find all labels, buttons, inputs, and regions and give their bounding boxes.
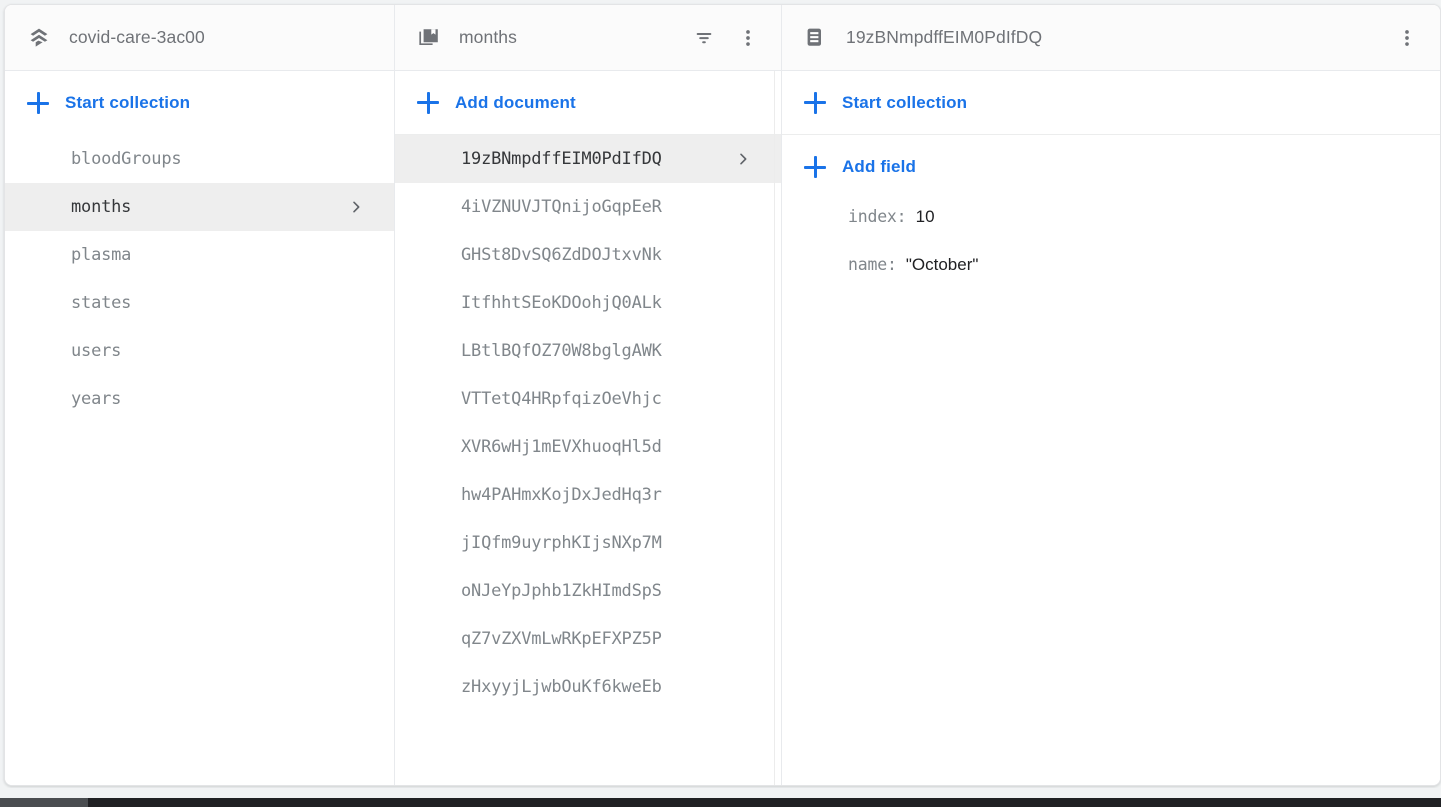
- collection-title-label: months: [459, 27, 517, 47]
- document-panel-actions: [1390, 21, 1424, 55]
- field-key: name: [848, 255, 887, 274]
- field-value: "October": [905, 255, 979, 274]
- firestore-data-browser: covid-care-3ac00 Start collection bloodG…: [0, 0, 1441, 807]
- horizontal-scrollbar[interactable]: [0, 798, 1441, 807]
- project-id-label: covid-care-3ac00: [69, 27, 205, 47]
- collection-list-item[interactable]: users: [5, 327, 394, 375]
- field-value: 10: [915, 207, 935, 226]
- filter-icon[interactable]: [687, 21, 721, 55]
- collections-panel: covid-care-3ac00 Start collection bloodG…: [5, 5, 395, 785]
- collection-name: bloodGroups: [71, 149, 182, 169]
- start-collection-label: Start collection: [842, 92, 968, 112]
- collection-name: years: [71, 389, 122, 409]
- horizontal-scrollbar-thumb[interactable]: [0, 798, 88, 807]
- field-row[interactable]: name : "October": [782, 255, 1440, 303]
- field-separator: :: [896, 207, 907, 226]
- documents-list: 19zBNmpdffEIM0PdIfDQ 4iVZNUVJTQnijoGqpEe…: [395, 135, 781, 785]
- collection-list-item[interactable]: months: [5, 183, 394, 231]
- start-subcollection-button[interactable]: Start collection: [782, 71, 1440, 135]
- document-id: XVR6wHj1mEVXhuoqHl5d: [461, 437, 662, 457]
- document-icon: [804, 26, 828, 50]
- document-list-item[interactable]: oNJeYpJphb1ZkHImdSpS: [395, 567, 781, 615]
- more-vert-icon[interactable]: [1390, 21, 1424, 55]
- add-field-label: Add field: [842, 157, 917, 176]
- document-fields-panel: 19zBNmpdffEIM0PdIfDQ Start collection Ad…: [782, 5, 1440, 785]
- firestore-stack-icon: [27, 26, 51, 50]
- document-list-item[interactable]: 4iVZNUVJTQnijoGqpEeR: [395, 183, 781, 231]
- collections-list: bloodGroups months plasma states users y…: [5, 135, 394, 785]
- collection-list-item[interactable]: years: [5, 375, 394, 423]
- collection-icon: [417, 26, 441, 50]
- collections-panel-header: covid-care-3ac00: [5, 5, 394, 71]
- document-id: 19zBNmpdffEIM0PdIfDQ: [461, 149, 662, 169]
- collection-list-item[interactable]: states: [5, 279, 394, 327]
- collection-list-item[interactable]: plasma: [5, 231, 394, 279]
- documents-panel-actions: [687, 21, 765, 55]
- data-panels-card: covid-care-3ac00 Start collection bloodG…: [4, 4, 1441, 786]
- document-list-item[interactable]: XVR6wHj1mEVXhuoqHl5d: [395, 423, 781, 471]
- plus-icon: [804, 91, 826, 114]
- page-background-strip: [0, 788, 1441, 798]
- documents-column-rule: [774, 71, 775, 785]
- collection-list-item[interactable]: bloodGroups: [5, 135, 394, 183]
- document-list-item[interactable]: hw4PAHmxKojDxJedHq3r: [395, 471, 781, 519]
- document-list-item[interactable]: GHSt8DvSQ6ZdDOJtxvNk: [395, 231, 781, 279]
- plus-icon: [804, 156, 826, 178]
- document-id-label: 19zBNmpdffEIM0PdIfDQ: [846, 27, 1043, 47]
- document-list-item[interactable]: 19zBNmpdffEIM0PdIfDQ: [395, 135, 781, 183]
- document-id: hw4PAHmxKojDxJedHq3r: [461, 485, 662, 505]
- documents-panel-header: months: [395, 5, 781, 71]
- collection-name: plasma: [71, 245, 132, 265]
- collection-name: states: [71, 293, 132, 313]
- document-id: jIQfm9uyrphKIjsNXp7M: [461, 533, 662, 553]
- document-id: ItfhhtSEoKDOohjQ0ALk: [461, 293, 662, 313]
- field-separator: :: [886, 255, 897, 274]
- document-id: LBtlBQfOZ70W8bglgAWK: [461, 341, 662, 361]
- document-list-item[interactable]: ItfhhtSEoKDOohjQ0ALk: [395, 279, 781, 327]
- documents-panel: months Add document 19zBNmpdffEIM0PdIfDQ…: [395, 5, 782, 785]
- chevron-right-icon: [348, 199, 364, 215]
- chevron-right-icon: [735, 151, 751, 167]
- start-collection-button[interactable]: Start collection: [5, 71, 394, 135]
- start-collection-label: Start collection: [65, 93, 191, 112]
- add-field-button[interactable]: Add field: [782, 135, 1440, 199]
- document-list-item[interactable]: LBtlBQfOZ70W8bglgAWK: [395, 327, 781, 375]
- document-id: VTTetQ4HRpfqizOeVhjc: [461, 389, 662, 409]
- document-list-item[interactable]: zHxyyjLjwbOuKf6kweEb: [395, 663, 781, 711]
- document-list-item[interactable]: VTTetQ4HRpfqizOeVhjc: [395, 375, 781, 423]
- document-list-item[interactable]: jIQfm9uyrphKIjsNXp7M: [395, 519, 781, 567]
- document-id: qZ7vZXVmLwRKpEFXPZ5P: [461, 629, 662, 649]
- field-key: index: [848, 207, 897, 226]
- document-list-item[interactable]: qZ7vZXVmLwRKpEFXPZ5P: [395, 615, 781, 663]
- document-id: zHxyyjLjwbOuKf6kweEb: [461, 677, 662, 697]
- plus-icon: [27, 92, 49, 114]
- collection-name: months: [71, 197, 132, 217]
- field-row[interactable]: index : 10: [782, 207, 1440, 255]
- document-id: GHSt8DvSQ6ZdDOJtxvNk: [461, 245, 662, 265]
- more-vert-icon[interactable]: [731, 21, 765, 55]
- collection-name: users: [71, 341, 122, 361]
- document-panel-header: 19zBNmpdffEIM0PdIfDQ: [782, 5, 1440, 71]
- document-id: 4iVZNUVJTQnijoGqpEeR: [461, 197, 662, 217]
- fields-list: index : 10 name : "October": [782, 199, 1440, 303]
- add-document-button[interactable]: Add document: [395, 71, 781, 135]
- add-document-label: Add document: [455, 92, 576, 112]
- document-id: oNJeYpJphb1ZkHImdSpS: [461, 581, 662, 601]
- plus-icon: [417, 91, 439, 114]
